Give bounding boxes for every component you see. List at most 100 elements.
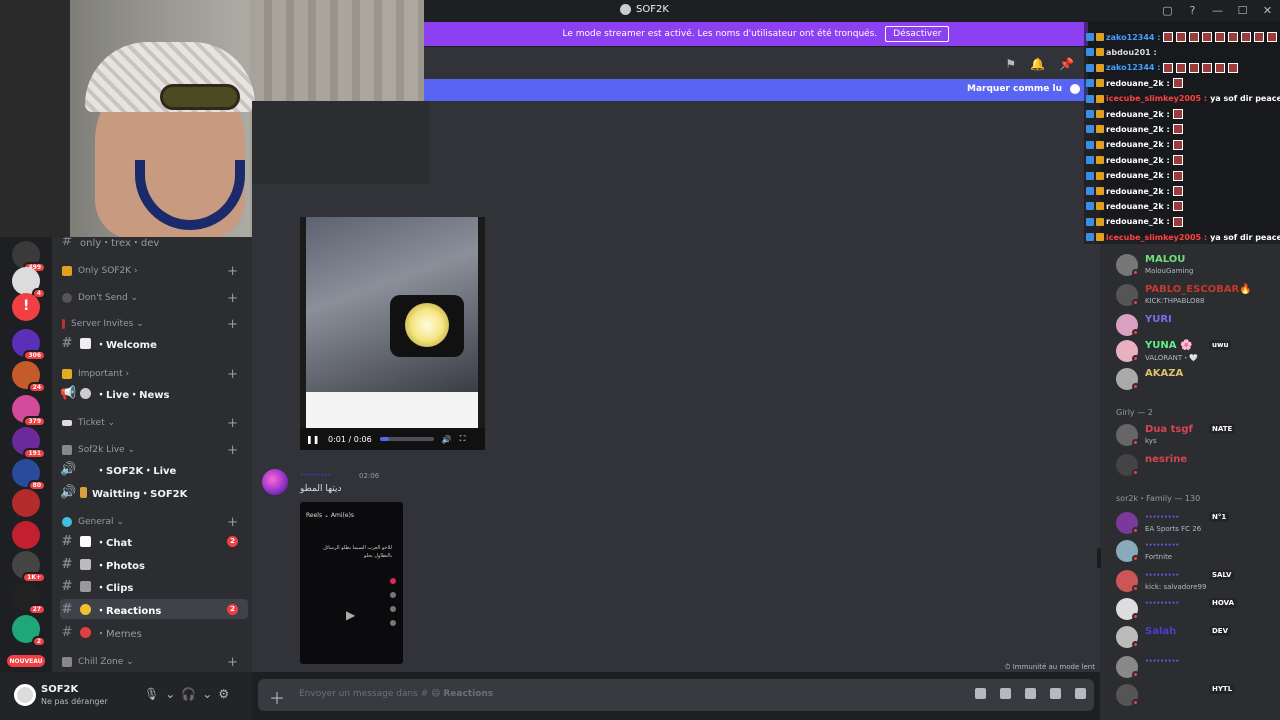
user-name[interactable]: SOF2K	[41, 684, 78, 695]
add-channel-icon[interactable]: +	[227, 655, 238, 670]
presence-dot	[1132, 585, 1139, 592]
add-channel-icon[interactable]: +	[227, 416, 238, 431]
stream-chat-line: redouane_2k :	[1086, 76, 1183, 90]
channel-name: ・Reactions	[96, 605, 162, 617]
video-player[interactable]: ❚❚ 0:01 / 0:06 🔊 ⛶	[300, 217, 485, 450]
apps-icon[interactable]	[1075, 688, 1086, 699]
channel-chat[interactable]: # ・Chat 2	[60, 531, 248, 551]
category-dont-send[interactable]: Don't Send ⌄ +	[60, 288, 248, 308]
channel-partial[interactable]: # only・trex・dev	[60, 237, 248, 251]
chat-username: icecube_slimkey2005 :	[1106, 94, 1208, 104]
category-ticket[interactable]: Ticket ⌄ +	[60, 413, 248, 433]
message-author[interactable]: ·········	[300, 471, 331, 481]
category-chill-zone[interactable]: Chill Zone ⌄ +	[60, 652, 248, 672]
video-progress-bar[interactable]	[379, 437, 434, 441]
composer-placeholder[interactable]: Envoyer un message dans # 😄 Reactions	[299, 689, 493, 699]
message-text: ديتها المطو	[300, 484, 342, 494]
add-channel-icon[interactable]: +	[227, 515, 238, 530]
scrollbar[interactable]	[1097, 548, 1101, 568]
category-server-invites[interactable]: Server Invites ⌄ +	[60, 314, 248, 334]
member-item[interactable]: ········· EA Sports FC 26 N°1	[1114, 509, 1278, 537]
badge-icon	[1086, 33, 1094, 41]
add-attachment-icon[interactable]: ＋	[269, 685, 285, 709]
add-channel-icon[interactable]: +	[227, 291, 238, 306]
message-composer[interactable]: ＋ Envoyer un message dans # 😄 Reactions	[258, 679, 1094, 711]
member-item[interactable]: ········· Fortnite	[1114, 537, 1278, 565]
member-item[interactable]: nesrine	[1114, 451, 1278, 479]
server-icon[interactable]: 2	[12, 615, 46, 647]
member-item[interactable]: YUNA 🌸 VALORANT・🤍 uwu	[1114, 337, 1278, 365]
server-icon[interactable]	[12, 521, 40, 549]
play-icon[interactable]: ▶	[346, 608, 355, 622]
new-badge[interactable]: NOUVEAU	[7, 655, 45, 667]
member-item[interactable]: YURI	[1114, 311, 1278, 339]
help-icon[interactable]: ?	[1180, 4, 1205, 17]
category-only-sof2k[interactable]: Only SOF2K › +	[60, 261, 248, 281]
add-channel-icon[interactable]: +	[227, 367, 238, 382]
bell-icon[interactable]: 🔔	[1030, 57, 1045, 71]
server-icon[interactable]: 80	[12, 459, 46, 491]
member-item[interactable]: Dua tsgf kys NATE	[1114, 421, 1278, 449]
member-item[interactable]: PABLO_ESCOBAR🔥 KICK:THPABLO88	[1114, 281, 1278, 309]
channel-welcome[interactable]: # ・Welcome	[60, 333, 248, 353]
maximize-button[interactable]: ☐	[1230, 4, 1255, 17]
chevron-down-icon[interactable]: ⌄	[202, 687, 212, 701]
category-sof2k-live[interactable]: Sof2k Live ⌄ +	[60, 440, 248, 460]
member-item[interactable]: AKAZA	[1114, 365, 1278, 393]
category-general[interactable]: General ⌄ +	[60, 512, 248, 532]
pin-icon[interactable]: 📌	[1059, 57, 1074, 71]
volume-icon[interactable]: 🔊	[442, 435, 452, 444]
message-attachment-video[interactable]: Reels ⌄ Ami(e)s للاخو العرب السيما بطلو …	[300, 502, 403, 664]
channel-photos[interactable]: # ・Photos	[60, 554, 248, 574]
video-glow	[390, 295, 464, 357]
member-item[interactable]: Salah DEV	[1114, 623, 1278, 651]
server-icon[interactable]: !	[12, 293, 40, 321]
server-icon[interactable]: 4	[12, 267, 46, 299]
member-item[interactable]: ·········	[1114, 653, 1278, 681]
member-item[interactable]: ········· kick: salvadore99 SALV	[1114, 567, 1278, 595]
chat-username: zako12344 :	[1106, 63, 1161, 73]
channel-memes[interactable]: # ・Memes	[60, 622, 248, 642]
gift-icon[interactable]	[975, 688, 986, 699]
member-item[interactable]: MALOU MalouGaming	[1114, 251, 1278, 279]
add-channel-icon[interactable]: +	[227, 443, 238, 458]
sticker-icon[interactable]	[1025, 688, 1036, 699]
server-icon[interactable]: 1K+	[12, 551, 46, 583]
user-avatar[interactable]	[14, 684, 36, 706]
channel-clips[interactable]: # ・Clips	[60, 576, 248, 596]
gear-icon[interactable]: ⚙	[218, 687, 229, 701]
server-icon[interactable]: 191	[12, 427, 46, 459]
message-author-avatar[interactable]	[262, 469, 288, 495]
pause-icon[interactable]: ❚❚	[306, 435, 319, 444]
headset-icon[interactable]: 🎧	[181, 687, 196, 701]
chevron-down-icon[interactable]: ⌄	[165, 687, 175, 701]
channel-sof2k-live[interactable]: 🔊 ・SOF2K・Live	[60, 459, 248, 479]
emoji-icon[interactable]	[1050, 688, 1061, 699]
chevron-icon: ⌄	[107, 418, 116, 428]
server-icon[interactable]: 499	[12, 241, 46, 273]
minimize-button[interactable]: —	[1205, 4, 1230, 17]
disable-streamer-button[interactable]: Désactiver	[885, 26, 950, 42]
add-channel-icon[interactable]: +	[227, 264, 238, 279]
server-icon[interactable]: 306	[12, 329, 46, 361]
threads-icon[interactable]: ⚑	[1005, 57, 1016, 71]
inbox-icon[interactable]: ▢	[1155, 4, 1180, 17]
server-icon[interactable]	[12, 489, 40, 517]
live-icon	[62, 445, 72, 455]
member-item[interactable]: HYTL	[1114, 681, 1278, 709]
mark-as-read-label[interactable]: Marquer comme lu	[967, 84, 1062, 94]
new-messages-bar[interactable]: Marquer comme lu	[424, 79, 1088, 101]
fullscreen-icon[interactable]: ⛶	[460, 434, 466, 444]
channel-waitting[interactable]: 🔊 Waitting・SOF2K	[60, 482, 248, 502]
gif-icon[interactable]	[1000, 688, 1011, 699]
category-important[interactable]: Important › +	[60, 364, 248, 384]
server-icon[interactable]: 27	[12, 583, 46, 615]
channel-live-news[interactable]: 📢 ・Live・News	[60, 383, 248, 403]
microphone-icon[interactable]: 🎙	[144, 687, 159, 701]
channel-reactions[interactable]: # ・Reactions 2	[60, 599, 248, 619]
server-icon[interactable]: 379	[12, 395, 46, 427]
add-channel-icon[interactable]: +	[227, 317, 238, 332]
member-item[interactable]: ········· HOVA	[1114, 595, 1278, 623]
close-button[interactable]: ✕	[1255, 4, 1280, 17]
server-icon[interactable]: 24	[12, 361, 46, 393]
